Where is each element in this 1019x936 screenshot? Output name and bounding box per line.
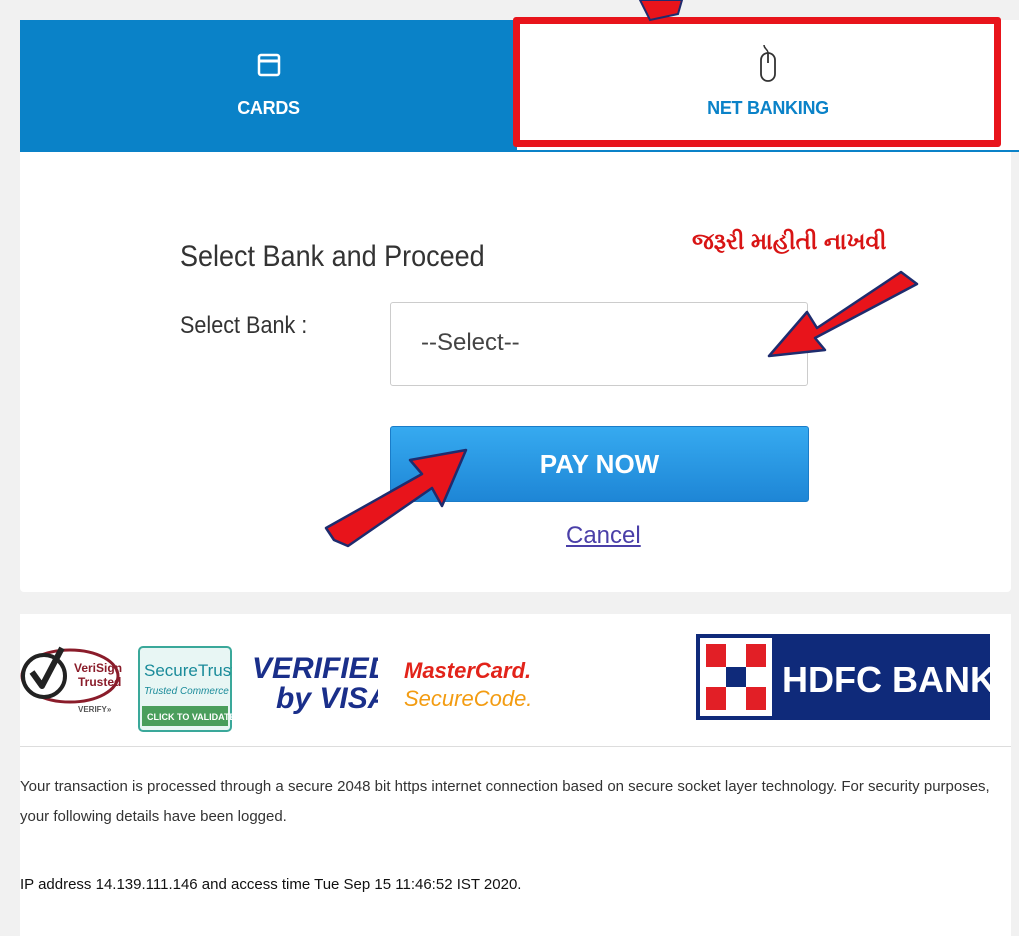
ip-access-text: IP address 14.139.111.146 and access tim… xyxy=(20,876,522,893)
svg-text:MasterCard.: MasterCard. xyxy=(404,658,531,683)
net-banking-panel: Select Bank and Proceed Select Bank : --… xyxy=(20,152,1011,592)
svg-text:VERIFIED: VERIFIED xyxy=(252,652,378,685)
highlight-box xyxy=(513,17,1001,147)
pointer-arrow-top-icon xyxy=(638,0,684,22)
hdfc-bank-logo: HDFC BANK xyxy=(696,634,990,720)
svg-text:HDFC BANK: HDFC BANK xyxy=(782,659,990,700)
annotation-text: જરૂરી માહીતી નાખવી xyxy=(692,228,887,254)
card-icon xyxy=(257,46,281,84)
footer-divider xyxy=(20,746,1011,747)
svg-text:VeriSign: VeriSign xyxy=(74,661,122,675)
svg-text:CLICK TO VALIDATE: CLICK TO VALIDATE xyxy=(147,712,232,722)
cancel-link[interactable]: Cancel xyxy=(566,522,641,550)
footer-panel: VeriSign Trusted VERIFY» SecureTrust Tru… xyxy=(20,614,1011,936)
svg-text:SecureCode.: SecureCode. xyxy=(404,686,532,711)
svg-text:SecureTrust: SecureTrust xyxy=(144,661,232,680)
securetrust-logo: SecureTrust Trusted Commerce CLICK TO VA… xyxy=(138,646,232,732)
svg-text:VERIFY»: VERIFY» xyxy=(78,705,112,714)
arrow-to-pay-icon xyxy=(324,448,468,548)
svg-text:Trusted: Trusted xyxy=(78,675,121,689)
trust-logos: VeriSign Trusted VERIFY» SecureTrust Tru… xyxy=(20,614,1011,738)
svg-text:by VISA: by VISA xyxy=(276,682,378,715)
arrow-to-select-icon xyxy=(767,270,919,358)
tab-cards-label: CARDS xyxy=(237,98,300,118)
tab-cards[interactable]: CARDS xyxy=(20,20,517,150)
verified-by-visa-logo: VERIFIED by VISA xyxy=(252,652,378,715)
secure-connection-text: Your transaction is processed through a … xyxy=(20,778,990,825)
mastercard-securecode-logo: MasterCard. SecureCode. xyxy=(404,658,532,711)
bank-select[interactable]: --Select-- xyxy=(390,302,808,386)
form-title: Select Bank and Proceed xyxy=(180,240,485,273)
svg-text:Trusted Commerce: Trusted Commerce xyxy=(144,686,229,697)
verisign-logo: VeriSign Trusted VERIFY» xyxy=(20,646,122,714)
select-bank-label: Select Bank : xyxy=(180,312,308,339)
